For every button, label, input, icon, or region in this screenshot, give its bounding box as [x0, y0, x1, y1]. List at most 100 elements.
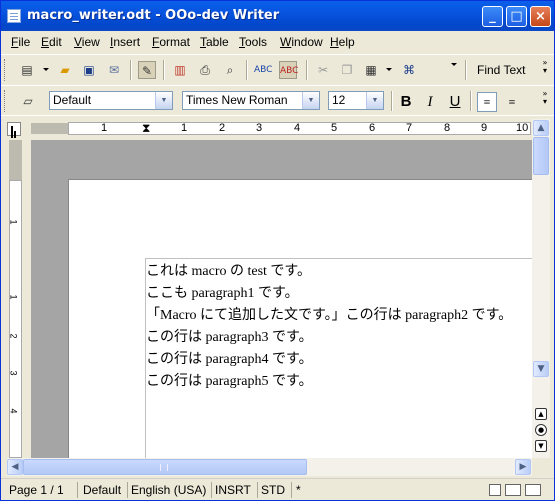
font-size-value: 12: [332, 93, 346, 107]
ruler-number: 4: [294, 122, 301, 134]
document-canvas[interactable]: これは macro の test です。 ここも paragraph1 です。 …: [31, 140, 532, 458]
menu-file[interactable]: File: [11, 35, 30, 49]
page-preview-icon[interactable]: ⌕: [221, 61, 239, 79]
ruler-number: 1: [181, 122, 188, 134]
export-pdf-icon[interactable]: ▥: [171, 61, 189, 79]
print-icon[interactable]: ⎙: [196, 61, 214, 79]
paragraph[interactable]: これは macro の test です。: [146, 260, 311, 280]
vertical-scrollbar[interactable]: ▲ ▼ ▲ ● ▼: [532, 119, 550, 458]
status-page[interactable]: Page 1 / 1: [9, 482, 78, 498]
autospellcheck-icon[interactable]: ABC: [279, 61, 298, 79]
ruler-number: 6: [369, 122, 376, 134]
next-page-icon[interactable]: ▼: [535, 440, 547, 452]
close-button[interactable]: ×: [530, 6, 551, 27]
toolbar-overflow-chevron-icon[interactable]: » ▾: [539, 59, 551, 81]
minimize-button[interactable]: _: [482, 6, 503, 27]
ruler-number: 5: [331, 122, 338, 134]
new-dropdown-arrow[interactable]: [43, 68, 49, 71]
indent-marker-icon[interactable]: ⧗: [142, 121, 150, 136]
paragraph[interactable]: この行は paragraph3 です。: [146, 326, 313, 346]
paragraph[interactable]: この行は paragraph4 です。: [146, 348, 313, 368]
menu-help[interactable]: Help: [330, 35, 355, 49]
scroll-up-icon[interactable]: ▲: [533, 120, 549, 136]
title-bar[interactable]: macro_writer.odt - OOo-dev Writer _ □ ×: [1, 1, 554, 31]
paragraph[interactable]: ここも paragraph1 です。: [146, 282, 299, 302]
paste-dropdown-arrow[interactable]: [386, 68, 392, 71]
paragraph[interactable]: 「Macro にて追加した文です。」この行は paragraph2 です。: [146, 304, 512, 324]
vertical-scroll-thumb[interactable]: [533, 137, 549, 175]
toolbar-overflow-chevron-icon[interactable]: » ▾: [539, 90, 551, 112]
italic-button[interactable]: I: [420, 92, 440, 112]
vertical-ruler-scale[interactable]: 1 1 2 3 4: [9, 180, 22, 458]
underline-button[interactable]: U: [445, 92, 465, 112]
status-bar: Page 1 / 1 Default English (USA) INSRT S…: [1, 478, 554, 500]
email-icon[interactable]: ✉: [105, 61, 123, 79]
status-language[interactable]: English (USA): [131, 482, 212, 498]
status-selection-mode[interactable]: STD: [261, 482, 292, 498]
status-page-style[interactable]: Default: [83, 482, 128, 498]
chevron-down-icon[interactable]: ▼: [302, 92, 319, 109]
edit-file-icon[interactable]: ✎: [138, 61, 156, 79]
document-page[interactable]: これは macro の test です。 ここも paragraph1 です。 …: [68, 179, 532, 458]
save-icon[interactable]: ▣: [80, 61, 98, 79]
single-page-view-icon[interactable]: [489, 484, 501, 496]
menu-table[interactable]: Table: [200, 35, 229, 49]
scroll-right-icon[interactable]: ▶: [515, 459, 531, 475]
toolbar-grip[interactable]: [4, 59, 8, 81]
new-document-icon[interactable]: ▤: [18, 61, 36, 79]
ruler-scale[interactable]: 1 1 2 3 4 5 6 7 8 9 10 ⧗: [68, 121, 531, 136]
ruler-number: 1: [8, 219, 19, 225]
ruler-number: 3: [8, 370, 19, 376]
ruler-number: 3: [256, 122, 263, 134]
open-folder-icon[interactable]: ▰: [56, 61, 74, 79]
find-text-field[interactable]: Find Text: [477, 63, 525, 77]
scroll-left-icon[interactable]: ◀: [7, 459, 23, 475]
menu-insert[interactable]: Insert: [110, 35, 140, 49]
maximize-button[interactable]: □: [506, 6, 527, 27]
align-center-icon[interactable]: ≡: [502, 92, 522, 112]
status-modified[interactable]: *: [296, 482, 314, 498]
horizontal-scrollbar[interactable]: ◀ ▶: [7, 458, 532, 476]
copy-icon[interactable]: ❐: [338, 61, 356, 79]
chevron-down-icon[interactable]: ▼: [366, 92, 383, 109]
ruler-number: 10: [516, 122, 529, 134]
tab-stop-type-button[interactable]: [7, 122, 21, 136]
bold-button[interactable]: B: [396, 92, 416, 112]
book-view-icon[interactable]: [525, 484, 541, 496]
window-title: macro_writer.odt - OOo-dev Writer: [27, 8, 280, 23]
navigator-icon[interactable]: ●: [535, 424, 547, 436]
paragraph-style-value: Default: [53, 93, 92, 107]
horizontal-scroll-thumb[interactable]: [23, 459, 307, 475]
toolbar-separator: [163, 60, 165, 80]
ruler-number: 9: [481, 122, 488, 134]
ruler-number: 2: [219, 122, 226, 134]
paragraph[interactable]: この行は paragraph5 です。: [146, 370, 313, 390]
chevron-down-icon[interactable]: ▼: [155, 92, 172, 109]
vertical-ruler: 1 1 2 3 4: [1, 140, 31, 458]
toolbar-grip[interactable]: [4, 90, 8, 112]
ruler-number: 8: [444, 122, 451, 134]
status-insert-mode[interactable]: INSRT: [215, 482, 258, 498]
menu-edit[interactable]: Edit: [41, 35, 62, 49]
multi-page-view-icon[interactable]: [505, 484, 521, 496]
ruler-number: 1: [101, 122, 108, 134]
ruler-number: 2: [8, 333, 19, 339]
paste-icon[interactable]: ▦: [362, 61, 380, 79]
font-size-combo[interactable]: 12 ▼: [328, 91, 384, 110]
menu-view[interactable]: View: [74, 35, 100, 49]
paragraph-style-combo[interactable]: Default ▼: [49, 91, 173, 110]
styles-formatting-icon[interactable]: ▱: [19, 92, 37, 110]
writer-document-icon: [7, 9, 21, 23]
toolbar-separator: [470, 91, 472, 111]
menu-format[interactable]: Format: [152, 35, 190, 49]
scroll-down-icon[interactable]: ▼: [533, 361, 549, 377]
align-left-icon[interactable]: ≡: [477, 92, 497, 112]
toolbar-options-arrow[interactable]: [451, 63, 457, 66]
menu-window[interactable]: Window: [280, 35, 323, 49]
menu-tools[interactable]: Tools: [239, 35, 267, 49]
font-name-combo[interactable]: Times New Roman ▼: [182, 91, 320, 110]
cut-icon[interactable]: ✂: [314, 61, 332, 79]
spellcheck-icon[interactable]: ABC: [254, 61, 272, 79]
previous-page-icon[interactable]: ▲: [535, 408, 547, 420]
clone-formatting-icon[interactable]: ⌘: [400, 61, 418, 79]
